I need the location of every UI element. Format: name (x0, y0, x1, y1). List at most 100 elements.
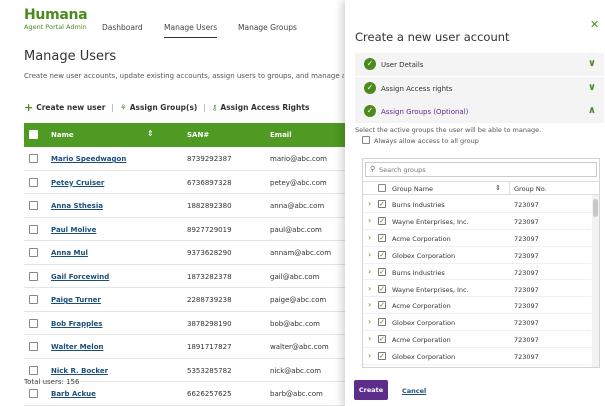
user-name-link[interactable]: Paul Molive (51, 226, 96, 234)
create-button[interactable]: Create (354, 380, 388, 400)
close-icon[interactable]: ✕ (590, 18, 599, 31)
nav-dashboard[interactable]: Dashboard (102, 23, 143, 32)
group-name: Globex Corporation (392, 251, 456, 260)
group-number: 723097 (514, 251, 539, 260)
user-email: bob@abc.com (270, 319, 320, 328)
section-access-rights[interactable]: ✓ Assign Access rights ∨ (355, 77, 604, 100)
header-name[interactable]: Name (51, 131, 74, 139)
scrollbar-thumb[interactable] (593, 199, 598, 217)
table-row[interactable]: Mario Speedwagon 8739292387 mario@abc.com (24, 147, 345, 171)
row-checkbox[interactable] (29, 248, 38, 257)
sort-icon[interactable]: ⇕ (147, 129, 154, 138)
group-row[interactable]: › ✓ Acme Corporation 723097 (363, 331, 591, 349)
group-checkbox[interactable]: ✓ (378, 284, 386, 293)
group-checkbox[interactable]: ✓ (378, 200, 386, 208)
group-row[interactable]: › ✓ Globex Corporation 723097 (363, 314, 591, 332)
chevron-right-icon[interactable]: › (368, 351, 371, 360)
group-checkbox[interactable]: ✓ (378, 352, 386, 361)
sort-icon[interactable]: ⇕ (495, 184, 501, 192)
assign-rights-button[interactable]: Assign Access Rights (220, 103, 309, 112)
user-san: 5353285782 (187, 366, 232, 375)
table-row[interactable]: Petey Cruiser 6736897328 petey@abc.com (24, 171, 345, 194)
group-row[interactable]: › ✓ Burns Industries 723097 (363, 264, 591, 281)
chevron-up-icon[interactable]: ∧ (588, 105, 596, 116)
row-checkbox[interactable] (29, 201, 38, 210)
table-row[interactable]: Walter Melon 1891717827 walter@abc.com (24, 335, 345, 359)
logo-name: Humana (24, 7, 88, 23)
chevron-right-icon[interactable]: › (368, 267, 371, 276)
page-description: Create new user accounts, update existin… (24, 72, 344, 80)
user-name-link[interactable]: Mario Speedwagon (51, 155, 126, 163)
user-name-link[interactable]: Gail Forcewind (51, 273, 109, 281)
group-checkbox[interactable]: ✓ (378, 250, 386, 259)
table-row[interactable]: Paul Molive 8927729019 paul@abc.com (24, 218, 345, 241)
chevron-right-icon[interactable]: › (368, 250, 371, 259)
group-row[interactable]: › ✓ Wayne Enterprises, Inc. 723097 (363, 213, 591, 230)
group-checkbox[interactable]: ✓ (378, 216, 386, 225)
cancel-link[interactable]: Cancel (402, 387, 426, 395)
group-row[interactable]: › ✓ Acme Corporation 723097 (363, 230, 591, 247)
group-checkbox[interactable]: ✓ (378, 318, 386, 327)
chevron-right-icon[interactable]: › (368, 284, 371, 293)
group-checkbox[interactable]: ✓ (378, 301, 386, 310)
section-user-details[interactable]: ✓ User Details ∨ (355, 53, 604, 76)
user-name-link[interactable]: Walter Melon (51, 343, 103, 351)
group-row[interactable]: › ✓ Globex Corporation 723097 (363, 247, 591, 264)
search-groups-input[interactable]: ⚲ Search groups (365, 162, 597, 177)
table-row[interactable]: Anna Sthesia 1882892380 anna@abc.com (24, 194, 345, 218)
row-checkbox[interactable] (29, 365, 38, 375)
nav-manage-users[interactable]: Manage Users (164, 23, 218, 38)
header-group-name[interactable]: Group Name (392, 185, 433, 193)
header-email[interactable]: Email (270, 131, 292, 139)
user-name-link[interactable]: Bob Frapples (51, 320, 102, 328)
user-san: 1882892380 (187, 202, 232, 210)
allow-all-option[interactable]: Always allow access to all group (362, 136, 479, 145)
header-san[interactable]: SAN# (187, 131, 209, 139)
group-checkbox[interactable]: ✓ (378, 335, 386, 344)
nav-manage-groups[interactable]: Manage Groups (238, 23, 297, 32)
chevron-right-icon[interactable]: › (368, 216, 371, 225)
group-checkbox[interactable]: ✓ (378, 267, 386, 276)
create-user-button[interactable]: Create new user (36, 103, 105, 112)
user-name-link[interactable]: Barb Ackue (51, 390, 96, 398)
row-checkbox[interactable] (29, 154, 38, 163)
group-row[interactable]: › ✓ Wayne Enterprises, Inc. 723097 (363, 281, 591, 298)
table-row[interactable]: Paige Turner 2288739238 paige@abc.com (24, 288, 345, 312)
table-row[interactable]: Bob Frapples 3878298190 bob@abc.com (24, 312, 345, 335)
chevron-right-icon[interactable]: › (368, 317, 371, 326)
user-name-link[interactable]: Nick R. Bocker (51, 367, 108, 375)
logo-subtitle: Agent Portal Admin (24, 23, 87, 31)
row-checkbox[interactable] (29, 295, 38, 304)
row-checkbox[interactable] (29, 342, 38, 351)
select-all-groups-checkbox[interactable] (378, 184, 386, 192)
allow-all-checkbox[interactable] (362, 136, 370, 144)
chevron-right-icon[interactable]: › (368, 199, 371, 208)
chevron-right-icon[interactable]: › (368, 300, 371, 309)
table-row[interactable]: Gail Forcewind 1873282378 gail@abc.com (24, 265, 345, 288)
row-checkbox[interactable] (29, 389, 38, 398)
group-row[interactable]: › ✓ Globex Corporation 723097 (363, 348, 591, 365)
group-checkbox[interactable]: ✓ (378, 233, 386, 242)
chevron-right-icon[interactable]: › (368, 233, 371, 242)
groups-scrollbar[interactable] (592, 195, 599, 367)
chevron-down-icon[interactable]: ∨ (588, 82, 596, 93)
row-checkbox[interactable] (29, 224, 38, 234)
section-assign-groups[interactable]: ✓ Assign Groups (Optional) ∧ (355, 100, 604, 123)
assign-groups-button[interactable]: Assign Group(s) (130, 103, 198, 112)
chevron-down-icon[interactable]: ∨ (588, 58, 596, 69)
humana-logo[interactable]: Humana Agent Portal Admin (24, 7, 88, 31)
user-name-link[interactable]: Anna Mul (51, 249, 88, 257)
chevron-right-icon[interactable]: › (368, 334, 371, 343)
row-checkbox[interactable] (29, 318, 38, 328)
row-checkbox[interactable] (29, 271, 38, 281)
select-all-checkbox[interactable] (29, 130, 38, 139)
group-row[interactable]: › ✓ Burns Industries 723097 (363, 196, 591, 213)
user-name-link[interactable]: Paige Turner (51, 296, 101, 304)
row-checkbox[interactable] (29, 177, 38, 187)
user-name-link[interactable]: Anna Sthesia (51, 202, 103, 210)
header-group-number[interactable]: Group No. (514, 185, 547, 193)
table-row[interactable]: Anna Mul 9373628290 annam@abc.com (24, 241, 345, 265)
user-toolbar: + Create new user | ⚘ Assign Group(s) | … (24, 101, 309, 114)
user-name-link[interactable]: Petey Cruiser (51, 179, 104, 187)
group-row[interactable]: › ✓ Acme Corporation 723097 (363, 297, 591, 315)
